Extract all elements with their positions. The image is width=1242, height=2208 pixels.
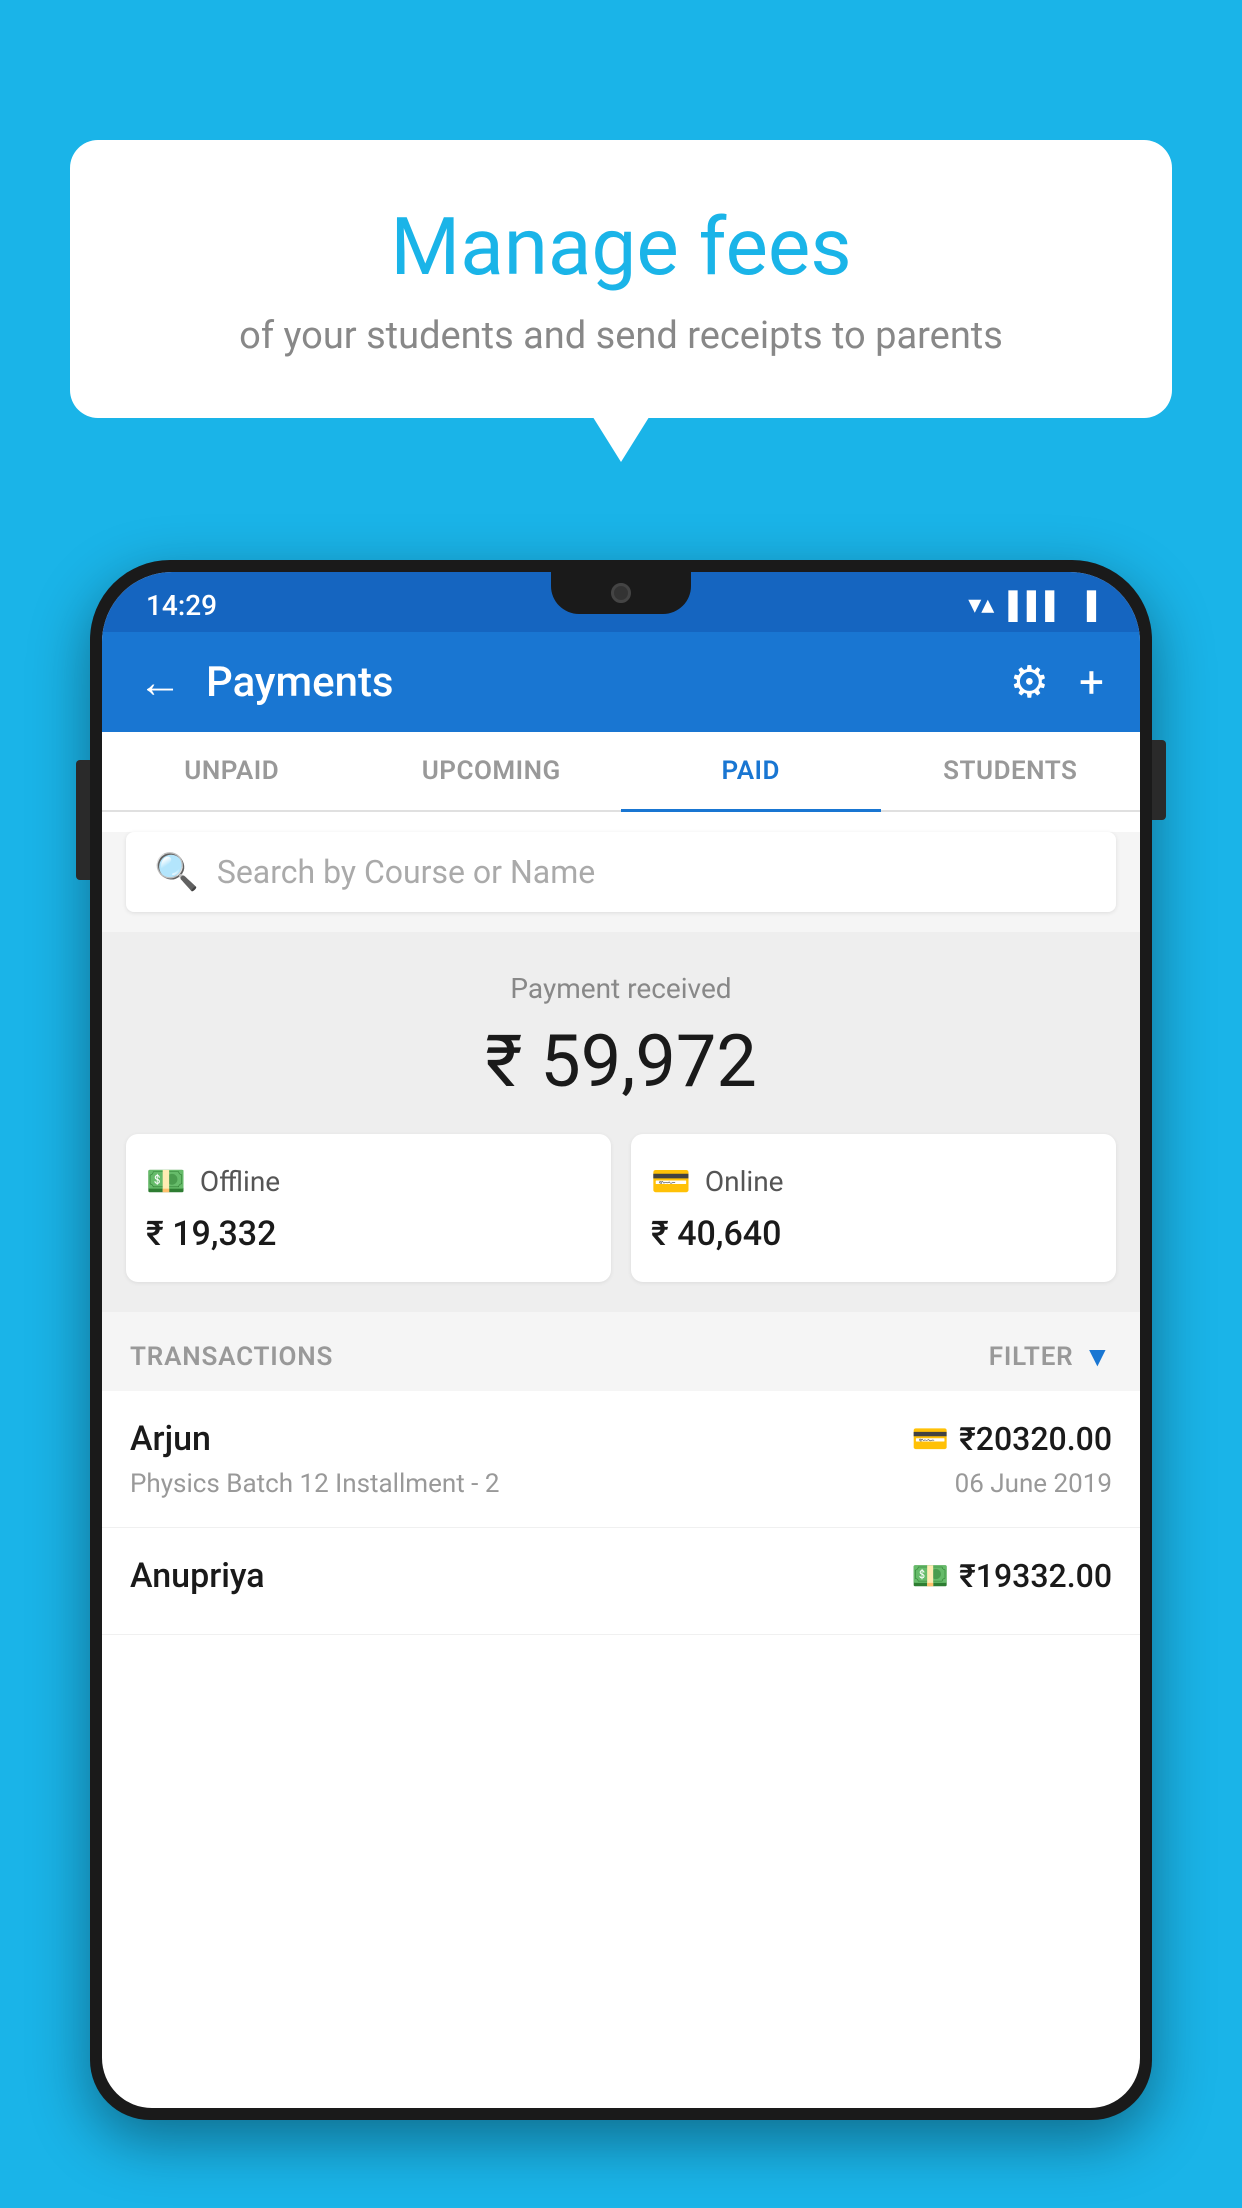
- transaction-details: Physics Batch 12 Installment - 2: [130, 1469, 499, 1499]
- online-label: Online: [705, 1165, 784, 1198]
- header-left: ← Payments: [138, 656, 394, 708]
- transactions-header: TRANSACTIONS FILTER ▼: [102, 1312, 1140, 1391]
- search-input[interactable]: Search by Course or Name: [217, 853, 595, 891]
- back-button[interactable]: ←: [138, 656, 182, 708]
- transaction-amount-container: 💳 ₹20320.00: [912, 1420, 1112, 1458]
- speech-bubble-subtitle: of your students and send receipts to pa…: [150, 314, 1092, 358]
- phone-screen: 14:29 ▾▴ ▌▌▌ ▐ ← Payments ⚙ +: [102, 572, 1140, 2108]
- transaction-row-top: Arjun 💳 ₹20320.00: [130, 1419, 1112, 1459]
- page-title: Payments: [206, 658, 394, 707]
- tab-upcoming[interactable]: UPCOMING: [362, 732, 622, 810]
- status-time: 14:29: [146, 589, 217, 622]
- tab-unpaid[interactable]: UNPAID: [102, 732, 362, 810]
- transactions-label: TRANSACTIONS: [130, 1342, 333, 1372]
- transaction-row-top-2: Anupriya 💵 ₹19332.00: [130, 1556, 1112, 1596]
- phone-outer: 14:29 ▾▴ ▌▌▌ ▐ ← Payments ⚙ +: [90, 560, 1152, 2120]
- transaction-row-arjun[interactable]: Arjun 💳 ₹20320.00 Physics Batch 12 Insta…: [102, 1391, 1140, 1528]
- filter-icon: ▼: [1083, 1340, 1112, 1373]
- offline-amount: ₹ 19,332: [146, 1214, 591, 1254]
- app-header: ← Payments ⚙ +: [102, 632, 1140, 732]
- filter-label: FILTER: [989, 1342, 1074, 1372]
- tab-students[interactable]: STUDENTS: [881, 732, 1141, 810]
- search-bar[interactable]: 🔍 Search by Course or Name: [126, 832, 1116, 912]
- transaction-name: Arjun: [130, 1419, 211, 1459]
- tab-bar: UNPAID UPCOMING PAID STUDENTS: [102, 732, 1140, 812]
- wifi-icon: ▾▴: [968, 590, 994, 620]
- payment-received-label: Payment received: [126, 972, 1116, 1005]
- payment-summary: Payment received ₹ 59,972 💵 Offline ₹ 19…: [102, 932, 1140, 1312]
- speech-bubble: Manage fees of your students and send re…: [70, 140, 1172, 418]
- phone-mockup: 14:29 ▾▴ ▌▌▌ ▐ ← Payments ⚙ +: [90, 560, 1152, 2208]
- payment-total: ₹ 59,972: [126, 1019, 1116, 1104]
- card-icon: 💳: [651, 1162, 691, 1200]
- speech-bubble-title: Manage fees: [150, 200, 1092, 294]
- transaction-amount-2: ₹19332.00: [959, 1557, 1112, 1595]
- settings-icon[interactable]: ⚙: [1010, 656, 1049, 708]
- transaction-amount: ₹20320.00: [959, 1420, 1112, 1458]
- header-right: ⚙ +: [1010, 656, 1104, 708]
- status-icons: ▾▴ ▌▌▌ ▐: [968, 590, 1096, 621]
- online-card-header: 💳 Online: [651, 1162, 1096, 1200]
- search-icon: 🔍: [154, 851, 199, 893]
- online-amount: ₹ 40,640: [651, 1214, 1096, 1254]
- offline-card: 💵 Offline ₹ 19,332: [126, 1134, 611, 1282]
- add-button[interactable]: +: [1079, 656, 1104, 708]
- tab-paid[interactable]: PAID: [621, 732, 881, 810]
- front-camera: [611, 583, 631, 603]
- transaction-row-bottom: Physics Batch 12 Installment - 2 06 June…: [130, 1469, 1112, 1499]
- signal-icon: ▌▌▌: [1008, 590, 1063, 621]
- transaction-amount-container-2: 💵 ₹19332.00: [912, 1557, 1112, 1595]
- phone-notch: [551, 572, 691, 614]
- cash-icon: 💵: [146, 1162, 186, 1200]
- app-content: 🔍 Search by Course or Name Payment recei…: [102, 832, 1140, 1635]
- online-card: 💳 Online ₹ 40,640: [631, 1134, 1116, 1282]
- payment-method-icon: 💳: [912, 1422, 949, 1457]
- offline-card-header: 💵 Offline: [146, 1162, 591, 1200]
- transaction-date: 06 June 2019: [955, 1469, 1112, 1499]
- payment-cards: 💵 Offline ₹ 19,332 💳 Online ₹ 40,640: [126, 1134, 1116, 1282]
- speech-bubble-container: Manage fees of your students and send re…: [70, 140, 1172, 418]
- battery-icon: ▐: [1078, 590, 1096, 621]
- transaction-row-anupriya[interactable]: Anupriya 💵 ₹19332.00: [102, 1528, 1140, 1635]
- transaction-name-2: Anupriya: [130, 1556, 265, 1596]
- filter-button[interactable]: FILTER ▼: [989, 1340, 1112, 1373]
- offline-label: Offline: [200, 1165, 280, 1198]
- payment-method-icon-2: 💵: [912, 1559, 949, 1594]
